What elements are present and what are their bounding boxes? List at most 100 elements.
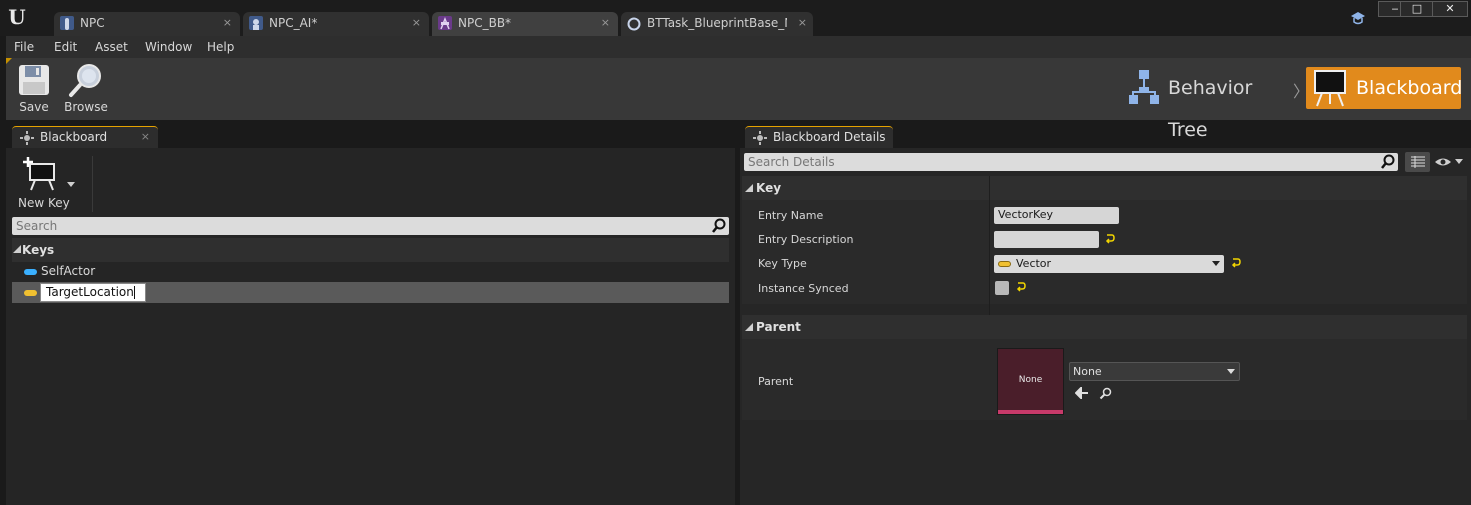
blackboard-search-input[interactable] [16, 218, 706, 234]
search-icon[interactable] [1380, 154, 1396, 170]
close-icon[interactable]: × [223, 12, 232, 34]
details-search [744, 153, 1398, 171]
key-type-label: Key Type [758, 257, 807, 270]
tab-label: NPC_AI* [269, 16, 318, 30]
collapse-triangle-icon [745, 184, 753, 192]
keys-header-label: Keys [22, 243, 55, 257]
browse-asset-icon[interactable] [1099, 387, 1112, 400]
entry-description-field[interactable] [994, 231, 1099, 248]
tab-blackboard-details[interactable]: Blackboard Details [745, 126, 893, 148]
save-icon [19, 65, 49, 95]
tab-label: NPC [80, 16, 105, 30]
keys-category-header[interactable]: Keys [12, 238, 729, 262]
toolbar: Save Browse Behavior Tree 〉 Blackboard [6, 58, 1471, 141]
entry-description-label: Entry Description [758, 233, 854, 246]
close-icon[interactable]: × [798, 12, 807, 34]
tab-label: NPC_BB* [458, 16, 512, 30]
unreal-logo-icon[interactable]: U [4, 4, 30, 30]
key-section-label: Key [756, 181, 782, 195]
view-options-button[interactable] [1434, 155, 1466, 169]
dropdown-arrow-icon [67, 182, 75, 187]
asset-color-strip [998, 410, 1063, 414]
mode-behavior-tree-label: Behavior Tree [1168, 77, 1253, 141]
close-icon[interactable]: × [141, 127, 150, 147]
blackboard-easel-icon [1314, 70, 1346, 107]
menu-help[interactable]: Help [207, 36, 234, 58]
entry-name-label: Entry Name [758, 209, 824, 222]
parent-asset-picker[interactable]: None [1069, 362, 1240, 381]
npc-blueprint-icon [60, 16, 74, 30]
reset-to-default-icon[interactable] [1105, 234, 1115, 244]
key-row-selfactor[interactable]: SelfActor [12, 261, 729, 282]
key-name-edit-field[interactable]: TargetLocation [40, 283, 146, 302]
browse-icon [69, 64, 101, 97]
collapse-triangle-icon [745, 323, 753, 331]
key-category-header[interactable]: Key [742, 176, 1467, 200]
parent-section-label: Parent [756, 320, 801, 334]
key-type-dropdown[interactable]: Vector [994, 255, 1224, 273]
maximize-button[interactable]: □ [1400, 1, 1434, 17]
parent-category-header[interactable]: Parent [742, 315, 1467, 339]
tab-label: BTTask_BlueprintBase_N* [647, 16, 787, 30]
reset-to-default-icon[interactable] [1016, 282, 1026, 292]
menu-edit[interactable]: Edit [54, 36, 77, 58]
dropdown-arrow-icon [1455, 159, 1463, 164]
tab-blackboard[interactable]: Blackboard × [12, 126, 158, 148]
reset-to-default-icon[interactable] [1231, 258, 1241, 268]
parent-asset-thumbnail[interactable]: None [997, 348, 1064, 415]
close-window-button[interactable]: ✕ [1432, 1, 1468, 17]
dropdown-arrow-icon [1227, 369, 1235, 374]
object-type-pill-icon [24, 269, 37, 275]
close-icon[interactable]: × [601, 12, 610, 34]
dropdown-arrow-icon [1212, 261, 1220, 266]
menu-window[interactable]: Window [145, 36, 192, 58]
mode-behavior-tree[interactable]: Behavior Tree [1122, 67, 1296, 141]
tab-npc-ai[interactable]: NPC_AI* × [243, 12, 429, 36]
key-row-targetlocation[interactable]: TargetLocation [12, 282, 729, 303]
tab-bttask-blueprintbase[interactable]: BTTask_BlueprintBase_N* × [621, 12, 813, 36]
menu-bar: File Edit Asset Window Help [6, 36, 1471, 58]
browse-label: Browse [64, 100, 108, 114]
behavior-tree-icon [1129, 70, 1159, 104]
property-matrix-button[interactable] [1405, 152, 1430, 172]
blackboard-tab-icon [20, 131, 34, 145]
graduation-cap-icon[interactable] [1350, 10, 1366, 26]
table-view-icon [1411, 156, 1425, 168]
new-key-button[interactable]: New Key [14, 154, 76, 212]
vector-type-pill-icon [24, 290, 37, 296]
collapse-triangle-icon [13, 245, 21, 253]
blackboard-search [12, 217, 729, 235]
key-name-edit-text: TargetLocation [46, 285, 134, 299]
mode-blackboard-label: Blackboard [1356, 77, 1463, 99]
search-icon[interactable] [711, 218, 727, 234]
tab-npc-bb[interactable]: NPC_BB* × [432, 12, 618, 36]
key-name: SelfActor [41, 264, 96, 278]
close-icon[interactable]: × [412, 12, 421, 34]
text-caret [133, 286, 135, 299]
tab-npc[interactable]: NPC × [54, 12, 240, 36]
menu-asset[interactable]: Asset [95, 36, 128, 58]
blackboard-asset-icon [438, 16, 452, 30]
parent-value: None [1073, 365, 1102, 378]
bttask-blueprint-icon [627, 16, 641, 31]
new-key-easel-icon [23, 157, 55, 191]
use-selected-arrow-icon[interactable] [1075, 387, 1089, 399]
menu-file[interactable]: File [14, 36, 34, 58]
save-button[interactable]: Save [8, 62, 60, 118]
mode-blackboard[interactable]: Blackboard [1306, 67, 1463, 109]
save-label: Save [19, 100, 49, 114]
vector-type-pill-icon [998, 261, 1011, 267]
parent-thumbnail-text: None [1018, 375, 1043, 385]
entry-name-field[interactable]: VectorKey [994, 207, 1119, 224]
details-search-input[interactable] [748, 154, 1373, 170]
toolbar-divider [92, 156, 93, 212]
title-bar: U NPC × NPC_AI* × NPC_BB* × BTTask_Bluep… [0, 0, 1471, 36]
tab-blackboard-label: Blackboard [40, 130, 108, 144]
new-key-label: New Key [18, 196, 70, 210]
instance-synced-checkbox[interactable] [995, 281, 1009, 295]
browse-button[interactable]: Browse [60, 62, 112, 118]
ai-controller-icon [249, 16, 263, 30]
eye-icon [1435, 158, 1451, 166]
parent-label: Parent [758, 375, 794, 388]
details-tab-icon [753, 131, 767, 145]
